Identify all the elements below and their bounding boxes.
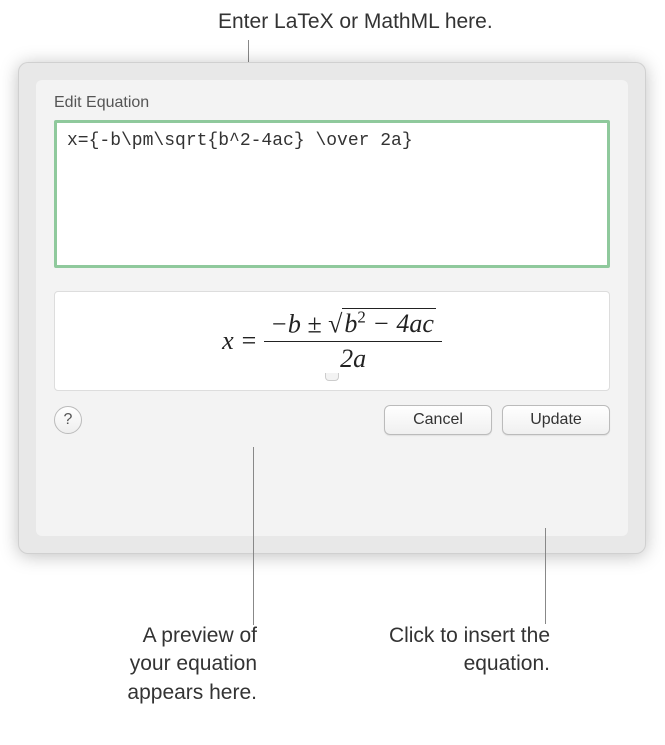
- radicand-exponent: 2: [357, 308, 365, 327]
- radicand-base: b: [344, 309, 357, 338]
- cancel-button[interactable]: Cancel: [384, 405, 492, 435]
- numerator-prefix: −b ±: [270, 309, 321, 338]
- equation-dialog: Edit Equation x = −b ± √b2 − 4ac 2a ? Ca…: [18, 62, 646, 554]
- callout-line-preview: [253, 447, 254, 625]
- input-pointer-nub: [325, 373, 339, 381]
- radicand-suffix: − 4ac: [366, 309, 434, 338]
- update-button[interactable]: Update: [502, 405, 610, 435]
- callout-preview: A preview of your equation appears here.: [102, 622, 257, 707]
- preview-equals: =: [242, 326, 257, 356]
- button-row: ? Cancel Update: [54, 405, 610, 435]
- preview-numerator: −b ± √b2 − 4ac: [264, 308, 442, 343]
- radicand: b2 − 4ac: [342, 308, 436, 338]
- rendered-equation: x = −b ± √b2 − 4ac 2a: [222, 308, 442, 375]
- sqrt-symbol: √: [328, 309, 342, 338]
- preview-denominator: 2a: [340, 342, 366, 374]
- help-button[interactable]: ?: [54, 406, 82, 434]
- callout-update: Click to insert the equation.: [375, 622, 550, 679]
- equation-input[interactable]: [54, 120, 610, 268]
- callout-line-update: [545, 528, 546, 624]
- preview-fraction: −b ± √b2 − 4ac 2a: [264, 308, 442, 375]
- dialog-inner: Edit Equation x = −b ± √b2 − 4ac 2a ? Ca…: [36, 80, 628, 536]
- callout-input: Enter LaTeX or MathML here.: [218, 10, 493, 34]
- dialog-title: Edit Equation: [54, 94, 610, 112]
- preview-lhs: x: [222, 326, 234, 356]
